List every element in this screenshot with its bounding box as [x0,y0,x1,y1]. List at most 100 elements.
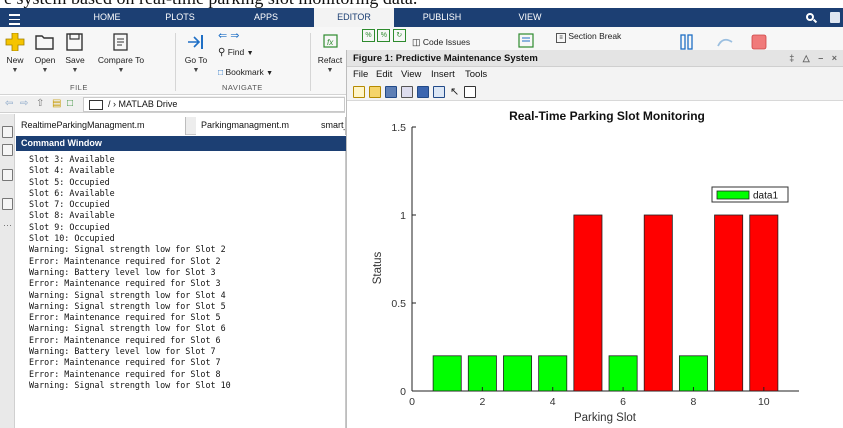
save-figure-icon[interactable] [385,86,397,98]
figure-title: Figure 1: Predictive Maintenance System [353,53,538,64]
tab-plots[interactable]: PLOTS [150,8,210,27]
command-output-line: Error: Maintenance required for Slot 7 [29,357,221,368]
legend-swatch [716,190,750,200]
browse-folder-icon[interactable]: ▤ [52,98,61,109]
caption-text: e system based on real-time parking slot… [4,0,417,8]
search-icon[interactable] [805,12,818,24]
y-tick-label: 0 [400,386,406,398]
run-button[interactable] [714,27,736,51]
details-icon[interactable] [2,169,13,181]
open-button[interactable]: Open ▼ [30,27,60,74]
section-divider [310,33,311,91]
tab-editor[interactable]: EDITOR [314,8,394,27]
window-controls-icon[interactable]: ‡ △ – × [789,50,840,67]
bar-chart: Real-Time Parking Slot Monitoring 0 2 4 6 8 1… [372,109,799,424]
x-tick-label: 6 [620,396,626,408]
chevron-down-icon: ▼ [41,67,49,74]
property-inspector-icon[interactable] [464,86,476,98]
menu-view[interactable]: View [401,67,421,83]
address-bar: ⇦ ⇨ ⇧ ▤ □ / › MATLAB Drive [0,96,345,113]
columns-icon [677,33,697,51]
menu-insert[interactable]: Insert [431,67,455,83]
command-output-line: Slot 8: Available [29,210,115,221]
search-folder-icon[interactable]: □ [67,98,73,109]
go-to-button[interactable]: Go To ▼ [180,27,212,74]
bar-slot-3 [503,355,533,392]
tab-apps[interactable]: APPS [236,8,296,27]
refactor-button[interactable]: fx Refact ▼ [314,27,346,74]
command-output-line: Error: Maintenance required for Slot 2 [29,255,221,266]
navigate-section-label: NAVIGATE [222,83,263,92]
menu-tools[interactable]: Tools [465,67,487,83]
tab-publish[interactable]: PUBLISH [412,8,472,27]
command-output-line: Slot 3: Available [29,154,115,164]
open-label: Open [34,55,56,65]
section-break-button[interactable]: ≡ Section Break [556,31,621,43]
pointer-icon[interactable]: ↖ [450,85,459,98]
code-issues-icon: ◫ [412,37,421,47]
chart-title: Real-Time Parking Slot Monitoring [509,109,705,123]
bookmark-label: Bookmark [225,67,264,77]
figure-window: Figure 1: Predictive Maintenance System … [346,50,843,428]
back-forward-arrows-icon[interactable]: ⇐ ⇒ [218,29,240,42]
x-axis-label: Parking Slot [574,412,637,424]
find-button[interactable]: ⚲ Find ▼ [218,47,254,58]
more-icon[interactable]: ··· [3,220,12,230]
y-axis-label: Status [372,251,384,284]
menu-file[interactable]: File [353,67,368,83]
bar-slot-9 [714,214,744,392]
up-folder-icon[interactable]: ⇧ [36,98,44,109]
current-folder-path[interactable]: / › MATLAB Drive [83,97,345,112]
section-run-button[interactable] [514,27,538,51]
wrap-icon: ↻ [392,29,406,42]
command-output-line: Error: Maintenance required for Slot 3 [29,278,221,289]
chevron-down-icon: ▼ [117,67,125,74]
new-button[interactable]: New ▼ [2,27,28,74]
insert-colorbar-icon[interactable] [433,86,445,98]
chevron-down-icon: ▼ [266,70,274,77]
legend: data1 [711,186,789,203]
link-plot-icon[interactable] [417,86,429,98]
history-icon[interactable] [2,198,13,210]
command-output-line: Warning: Signal strength low for Slot 6 [29,323,226,334]
legend-label: data1 [753,191,778,202]
compare-icon [111,33,131,51]
percent-icons[interactable]: % % ↻ [362,29,406,42]
command-output-line: Slot 7: Occupied [29,199,110,210]
section-divider [175,33,176,91]
bookmark-button[interactable]: □ Bookmark ▼ [218,67,273,77]
stop-button[interactable] [748,27,770,51]
editor-tab-smart[interactable]: smart_ [316,117,346,135]
editor-tab-realtimeparking[interactable]: RealtimeParkingManagment.m [16,117,186,135]
columns-button[interactable] [676,27,698,51]
open-file-icon[interactable] [369,86,381,98]
section-break-label: Section Break [568,31,622,41]
new-figure-icon[interactable] [353,86,365,98]
command-output-line: Warning: Battery level low for Slot 7 [29,346,216,357]
back-arrow-icon[interactable]: ⇦ [5,98,13,109]
command-window-title: Command Window [16,136,346,151]
layout-icon[interactable] [830,12,840,23]
compare-to-button[interactable]: Compare To ▼ [88,27,154,74]
x-tick-label: 8 [691,396,697,408]
file-browser-icon[interactable] [2,126,13,138]
y-tick-label: 0.5 [391,298,406,310]
y-tick-label: 1 [400,210,406,222]
code-issues-button[interactable]: ◫ Code Issues [412,37,470,48]
save-button[interactable]: Save ▼ [60,27,90,74]
tab-view[interactable]: VIEW [505,8,555,27]
x-tick-label: 0 [409,396,415,408]
bar-slot-5 [573,214,603,392]
print-icon[interactable] [401,86,413,98]
go-to-arrow-icon [186,33,206,51]
find-magnifier-icon: ⚲ [218,47,226,58]
editor-tab-parkingmanagment[interactable]: Parkingmanagment.m [196,117,320,135]
refactor-fx-icon: fx [320,33,340,51]
hamburger-menu-icon[interactable] [6,8,22,27]
tab-home[interactable]: HOME [75,8,139,27]
forward-arrow-icon[interactable]: ⇨ [20,98,28,109]
caption-strip: e system based on real-time parking slot… [0,0,843,8]
menu-edit[interactable]: Edit [376,67,392,83]
workspace-grid-icon[interactable] [2,144,13,156]
command-output-line: Slot 6: Available [29,187,115,198]
